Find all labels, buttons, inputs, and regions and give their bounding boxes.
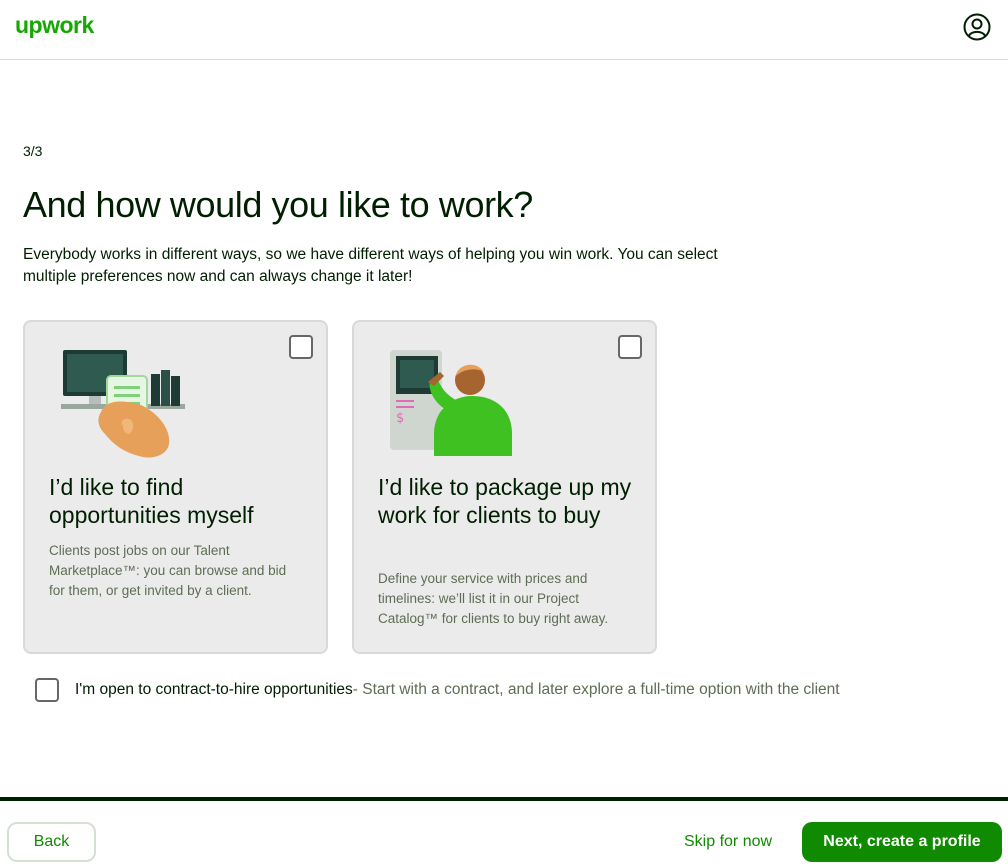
page-description: Everybody works in different ways, so we…	[23, 246, 718, 285]
option-card-package-work[interactable]: $ I’d like to package up my work for cli…	[352, 320, 657, 654]
step-indicator: 3/3	[23, 143, 43, 159]
contract-to-hire-label: I'm open to contract-to-hire opportuniti…	[75, 681, 353, 698]
option-card-find-opportunities[interactable]: I’d like to find opportunities myself Cl…	[23, 320, 328, 654]
svg-text:$: $	[396, 411, 404, 426]
option-description: Define your service with prices and time…	[378, 571, 609, 626]
option-checkbox[interactable]	[289, 335, 313, 359]
person-at-kiosk-illustration: $	[390, 350, 512, 456]
option-title: I’d like to find opportunities myself	[49, 474, 254, 528]
upwork-logo[interactable]: upwork	[15, 12, 94, 39]
contract-to-hire-option[interactable]: I'm open to contract-to-hire opportuniti…	[35, 677, 840, 703]
option-title: I’d like to package up my work for clien…	[378, 474, 632, 528]
back-button[interactable]: Back	[7, 822, 96, 862]
contract-to-hire-detail: - Start with a contract, and later explo…	[352, 681, 840, 698]
hand-holding-phone-illustration	[61, 350, 185, 458]
option-checkbox[interactable]	[618, 335, 642, 359]
page-title: And how would you like to work?	[23, 184, 533, 225]
contract-to-hire-checkbox[interactable]	[35, 678, 59, 702]
next-create-profile-button[interactable]: Next, create a profile	[802, 822, 1002, 862]
user-circle-icon[interactable]	[963, 13, 991, 41]
option-description: Clients post jobs on our Talent Marketpl…	[49, 543, 287, 598]
footer-bar: Back Skip for now Next, create a profile	[0, 797, 1008, 867]
skip-link[interactable]: Skip for now	[684, 833, 772, 851]
top-bar: upwork	[0, 0, 1008, 60]
